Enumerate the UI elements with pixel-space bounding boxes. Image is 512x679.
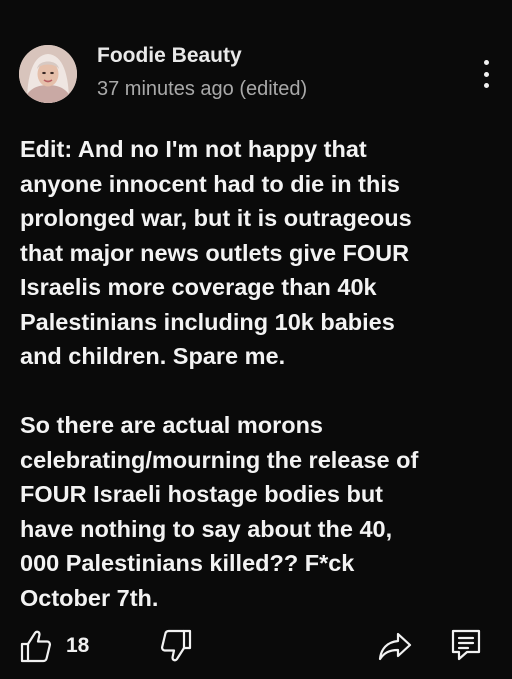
comment-body: Edit: And no I'm not happy that anyone i… (20, 132, 500, 615)
comment-actions: 18 (0, 624, 512, 668)
author-name[interactable]: Foodie Beauty (97, 44, 242, 68)
comment-paragraph: Edit: And no I'm not happy that anyone i… (20, 136, 412, 369)
more-vertical-icon-dot (483, 83, 489, 88)
like-button[interactable]: 18 (20, 624, 89, 668)
comment-timestamp[interactable]: 37 minutes ago (edited) (97, 78, 307, 101)
like-count: 18 (66, 634, 90, 657)
avatar[interactable] (19, 45, 77, 103)
comments-button[interactable] (450, 624, 482, 668)
more-options-button[interactable] (470, 56, 502, 92)
dislike-button[interactable] (160, 624, 192, 668)
share-button[interactable] (378, 624, 412, 668)
more-vertical-icon-dot (483, 71, 489, 77)
share-icon (378, 632, 412, 661)
comments-icon (451, 629, 481, 661)
thumbs-up-icon (20, 630, 52, 663)
thumbs-down-icon (160, 629, 192, 662)
more-vertical-icon (483, 60, 489, 65)
avatar-image (19, 45, 77, 103)
comment-card: Foodie Beauty 37 minutes ago (edited) Ed… (0, 0, 512, 679)
comment-paragraph: So there are actual morons celebrating/m… (20, 412, 419, 611)
